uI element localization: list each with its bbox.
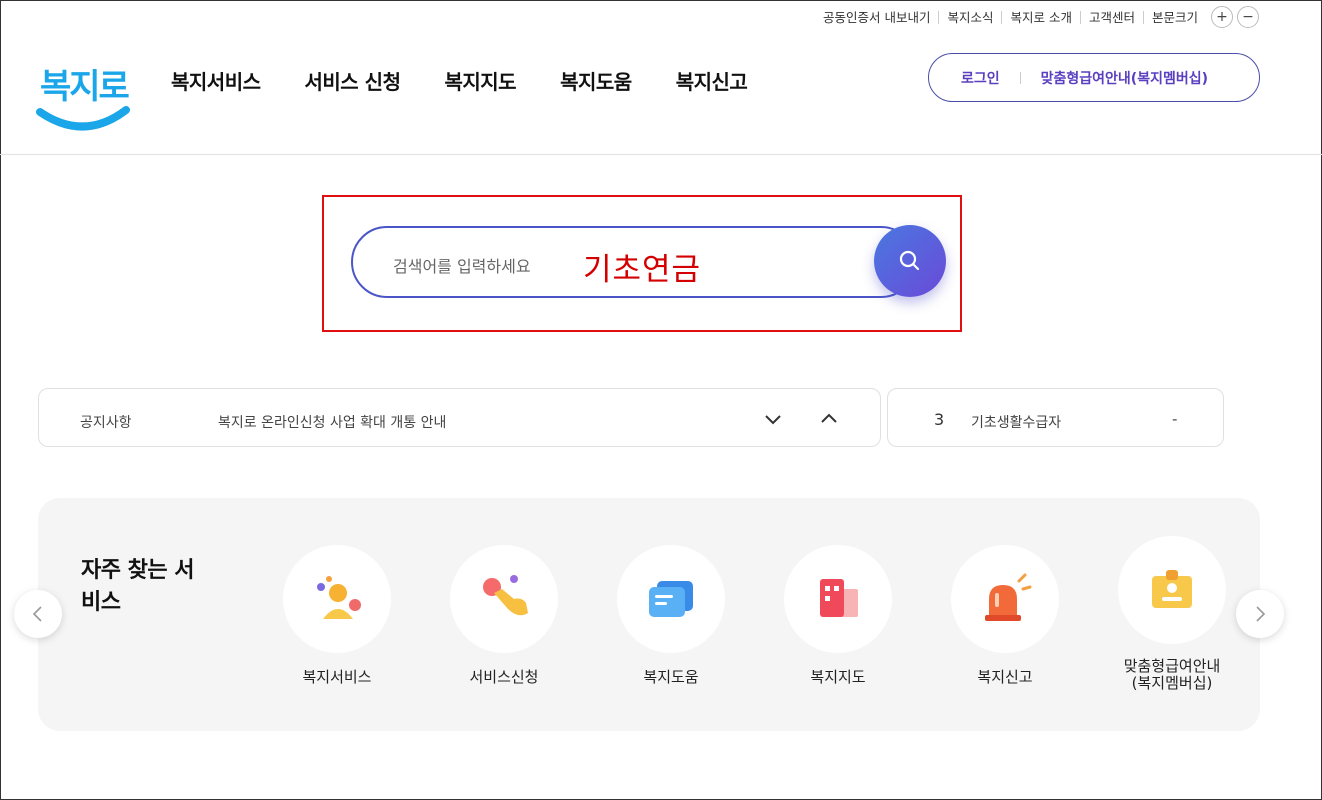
quick-icon-circle xyxy=(784,545,892,653)
person-icon xyxy=(317,576,361,619)
quick-label: 복지신고 xyxy=(977,668,1033,686)
bokjiro-logo[interactable]: 복지로 xyxy=(36,52,132,136)
font-decrease-button[interactable]: − xyxy=(1237,6,1259,28)
nav-welfare-service[interactable]: 복지서비스 xyxy=(171,66,261,95)
member-pill: 로그인 맞춤형급여안내(복지멤버십) xyxy=(928,53,1260,102)
login-link[interactable]: 로그인 xyxy=(961,68,1000,88)
chevron-left-icon xyxy=(32,606,42,622)
search-input[interactable]: 검색어를 입력하세요 기초연금 xyxy=(351,226,917,298)
chevron-up-icon[interactable] xyxy=(820,411,838,427)
nav-welfare-help[interactable]: 복지도움 xyxy=(560,66,632,95)
quick-item-welfare-report[interactable]: 복지신고 xyxy=(930,545,1080,686)
nav-welfare-report[interactable]: 복지신고 xyxy=(676,66,748,95)
utility-bar: 공동인증서 내보내기 복지소식 복지로 소개 고객센터 본문크기 xyxy=(815,6,1206,28)
quick-item-service-apply[interactable]: 서비스신청 xyxy=(429,545,579,686)
util-news[interactable]: 복지소식 xyxy=(938,10,1001,24)
quick-icon-circle xyxy=(617,545,725,653)
quick-label: 복지지도 xyxy=(810,668,866,686)
quick-icon-circle xyxy=(450,545,558,653)
keyword-rank: 3 xyxy=(934,410,945,429)
util-about[interactable]: 복지로 소개 xyxy=(1001,10,1079,24)
chevron-down-icon[interactable] xyxy=(764,411,782,427)
search-icon xyxy=(899,250,920,271)
quick-icon-circle xyxy=(951,545,1059,653)
util-customer-center[interactable]: 고객센터 xyxy=(1079,10,1143,24)
chevron-right-icon xyxy=(1256,606,1266,622)
quick-icon-circle xyxy=(283,545,391,653)
util-cert-export[interactable]: 공동인증서 내보내기 xyxy=(815,11,938,24)
carousel-prev-button[interactable] xyxy=(14,590,62,638)
carousel-next-button[interactable] xyxy=(1236,590,1284,638)
membership-link[interactable]: 맞춤형급여안내(복지멤버십) xyxy=(1041,68,1208,88)
quick-item-welfare-help[interactable]: 복지도움 xyxy=(596,545,746,686)
notice-text[interactable]: 복지로 온라인신청 사업 확대 개통 안내 xyxy=(218,412,446,432)
id-card-icon xyxy=(1152,570,1192,608)
quick-label: 복지서비스 xyxy=(302,668,372,686)
building-icon xyxy=(820,579,858,617)
hand-tap-icon xyxy=(483,575,528,616)
font-increase-button[interactable]: + xyxy=(1211,6,1233,28)
quick-services-title: 자주 찾는 서비스 xyxy=(81,558,195,615)
main-nav: 복지서비스 서비스 신청 복지지도 복지도움 복지신고 xyxy=(171,66,791,95)
quick-label: 서비스신청 xyxy=(469,668,539,686)
font-size-controls: + − xyxy=(1211,6,1259,28)
notice-label: 공지사항 xyxy=(80,415,132,431)
nav-welfare-map[interactable]: 복지지도 xyxy=(444,66,516,95)
search-typed-annotation: 기초연금 xyxy=(583,252,702,288)
quick-label: 복지도움 xyxy=(643,668,699,686)
chat-bubble-icon xyxy=(649,581,693,617)
notice-bar: 공지사항 복지로 온라인신청 사업 확대 개통 안내 xyxy=(38,388,881,447)
search-button[interactable] xyxy=(874,225,946,297)
quick-item-membership[interactable]: 맞춤형급여안내 (복지멤버십) xyxy=(1097,536,1247,692)
quick-item-welfare-map[interactable]: 복지지도 xyxy=(763,545,913,686)
siren-icon xyxy=(985,573,1032,621)
quick-services-panel: 자주 찾는 서비스 복지서비스 서비스신청 복지도움 복지지도 복지신고 맞춤형… xyxy=(38,498,1260,731)
logo-icon: 복지로 xyxy=(36,67,132,131)
keyword-text: 기초생활수급자 xyxy=(971,415,1062,431)
logo-text: 복지로 xyxy=(40,67,130,107)
quick-item-welfare-service[interactable]: 복지서비스 xyxy=(262,545,412,686)
quick-icon-circle xyxy=(1118,536,1226,644)
nav-service-apply[interactable]: 서비스 신청 xyxy=(305,66,401,95)
quick-label: 맞춤형급여안내 (복지멤버십) xyxy=(1123,657,1221,692)
member-divider xyxy=(1019,71,1021,84)
header-divider xyxy=(0,154,1322,155)
keyword-change: - xyxy=(1172,410,1178,428)
search-placeholder: 검색어를 입력하세요 xyxy=(393,257,531,276)
popular-keyword-bar[interactable]: 3 기초생활수급자 - xyxy=(887,388,1224,447)
util-font-size-label: 본문크기 xyxy=(1142,10,1206,24)
